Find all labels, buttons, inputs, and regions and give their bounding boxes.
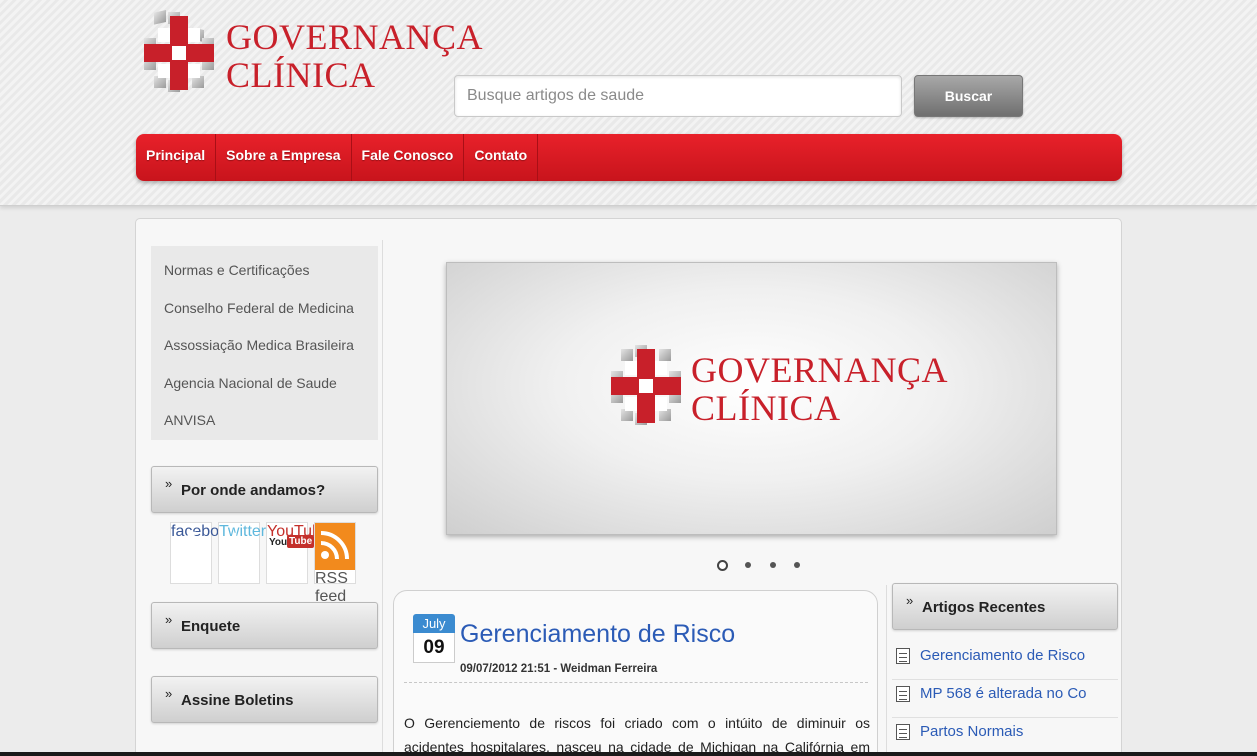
logo-text: GOVERNANÇA CLÍNICA [226,18,483,94]
widget-title: Assine Boletins [181,692,294,709]
search-input[interactable] [454,75,902,117]
slider-dot-4[interactable] [794,562,800,568]
recent-article-link[interactable]: Partos Normais [920,723,1023,740]
slide-logo-text: GOVERNANÇA CLÍNICA [691,351,948,427]
right-column-divider [886,585,887,756]
window-bottom-edge [0,752,1257,756]
rss-label: RSS feed [315,570,348,605]
chevron-right-icon: » [906,593,914,608]
slider-dot-1[interactable] [717,560,728,571]
document-icon [896,724,910,740]
search-button[interactable]: Buscar [914,75,1023,117]
recent-article-item[interactable]: MP 568 é alterada no Co [892,680,1118,718]
slide-logo-line2: CLÍNICA [691,388,841,428]
column-divider [382,240,383,756]
facebook-link[interactable]: f facebook [170,522,236,584]
nav-item-fale-conosco[interactable]: Fale Conosco [352,134,465,181]
article-title[interactable]: Gerenciamento de Risco [460,620,735,649]
document-icon [896,686,910,702]
logo-cross-icon [144,10,214,92]
chevron-right-icon: » [165,612,173,627]
sidebar-link-ans[interactable]: Agencia Nacional de Saude [151,369,378,407]
document-icon [896,648,910,664]
chevron-right-icon: » [165,476,173,491]
site-logo[interactable]: GOVERNANÇA CLÍNICA [138,8,483,100]
sidebar-link-cfm[interactable]: Conselho Federal de Medicina [151,294,378,332]
twitter-label: Twitter [219,523,267,540]
header: GOVERNANÇA CLÍNICA Buscar Principal Sobr… [0,0,1257,206]
youtube-link[interactable]: You Tube YouTube [266,522,330,584]
chevron-right-icon: » [165,686,173,701]
widget-por-onde-andamos: » Por onde andamos? [151,466,378,513]
slider-dot-3[interactable] [770,562,776,568]
article-divider [404,682,868,683]
sidebar-link-amb[interactable]: Assossiação Medica Brasileira [151,331,378,369]
slide-logo: GOVERNANÇA CLÍNICA [605,341,948,433]
slider-dot-2[interactable] [745,562,751,568]
recent-article-item[interactable]: Partos Normais [892,718,1118,756]
sidebar-link-normas[interactable]: Normas e Certificações [151,256,378,294]
sidebar-links: Normas e Certificações Conselho Federal … [151,246,378,440]
article-meta: 09/07/2012 21:51 - Weidman Ferreira [460,663,658,675]
main-nav: Principal Sobre a Empresa Fale Conosco C… [136,134,1122,181]
slider-pagination [714,558,814,576]
widget-enquete: » Enquete [151,602,378,649]
article-excerpt: O Gerenciemento de riscos foi criado com… [404,715,870,755]
widget-artigos-recentes: » Artigos Recentes [892,583,1118,630]
logo-cross-icon [611,345,681,425]
widget-assine-boletins: » Assine Boletins [151,676,378,723]
rss-link[interactable]: RSS feed [314,522,356,605]
date-month: July [413,614,455,633]
recent-article-link[interactable]: Gerenciamento de Risco [920,647,1085,664]
widget-title: Artigos Recentes [922,599,1046,616]
date-day: 09 [413,633,455,663]
logo-line2: CLÍNICA [226,55,376,95]
sidebar-link-anvisa[interactable]: ANVISA [151,406,378,444]
nav-item-sobre-a-empresa[interactable]: Sobre a Empresa [216,134,352,181]
widget-title: Por onde andamos? [181,482,326,499]
logo-line1: GOVERNANÇA [226,17,483,57]
slide-logo-line1: GOVERNANÇA [691,350,948,390]
rss-icon [315,523,355,570]
nav-item-contato[interactable]: Contato [464,134,539,181]
image-slider[interactable]: GOVERNANÇA CLÍNICA [446,262,1057,535]
calendar-icon: July 09 [413,614,455,670]
twitter-link[interactable]: t Twitter [218,522,266,584]
widget-title: Enquete [181,618,241,635]
recent-article-item[interactable]: Gerenciamento de Risco [892,642,1118,680]
nav-item-principal[interactable]: Principal [136,134,217,181]
recent-article-link[interactable]: MP 568 é alterada no Co [920,685,1087,702]
